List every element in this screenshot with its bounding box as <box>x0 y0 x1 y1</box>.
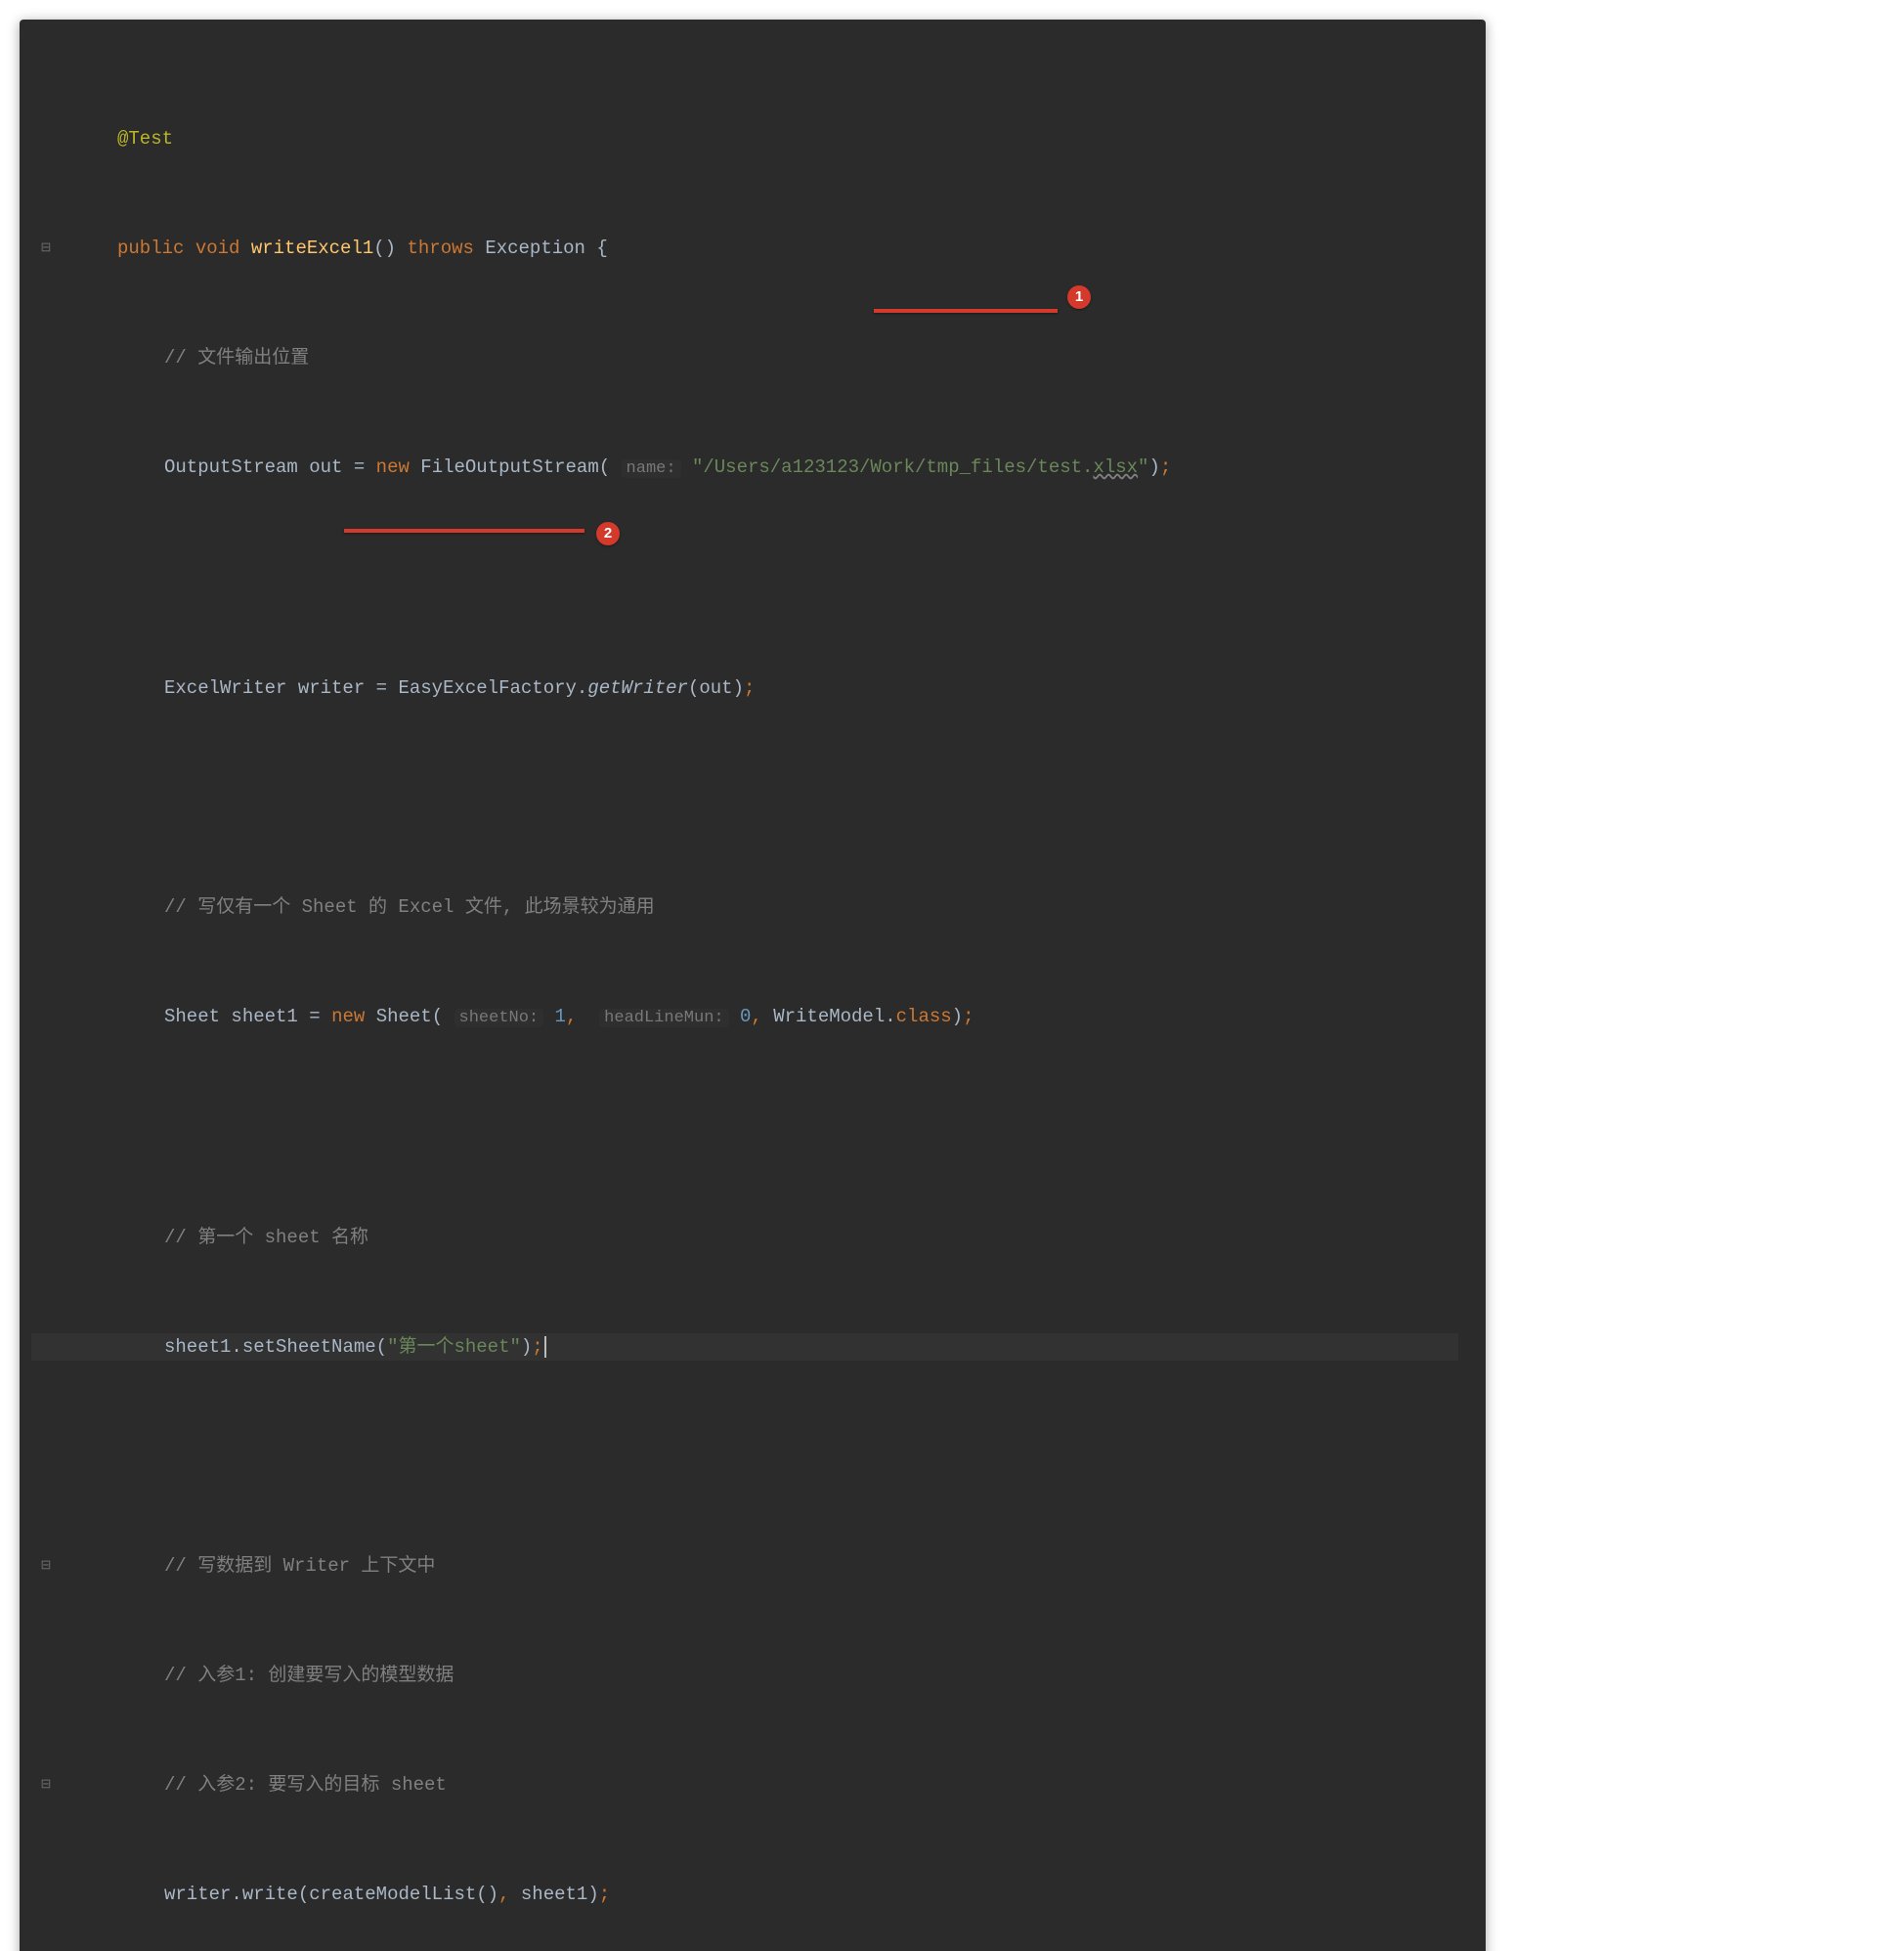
param-hint-name: name: <box>622 459 681 478</box>
code-line-blank <box>31 565 1458 592</box>
code-line: // 第一个 sheet 名称 <box>31 1224 1458 1251</box>
annotation-test: @Test <box>117 128 173 150</box>
fold-icon[interactable]: ⊟ <box>31 235 61 262</box>
code-line: // 写仅有一个 Sheet 的 Excel 文件, 此场景较为通用 <box>31 893 1458 921</box>
param-hint-headline: headLineMun: <box>599 1009 728 1027</box>
method-name: writeExcel1 <box>251 238 373 259</box>
param-hint-sheetno: sheetNo: <box>454 1009 544 1027</box>
annotation-underline-2 <box>344 529 584 533</box>
fold-icon[interactable]: ⊟ <box>31 1771 61 1799</box>
code-line: ⊟// 写数据到 Writer 上下文中 <box>31 1552 1458 1580</box>
code-line: ExcelWriter writer = EasyExcelFactory.ge… <box>31 674 1458 702</box>
code-line: @Test <box>31 125 1458 152</box>
code-line: ⊟// 入参2: 要写入的目标 sheet <box>31 1771 1458 1799</box>
code-line: ⊟public void writeExcel1() throws Except… <box>31 235 1458 262</box>
code-line: // 入参1: 创建要写入的模型数据 <box>31 1662 1458 1689</box>
code-line: Sheet sheet1 = new Sheet( sheetNo: 1, he… <box>31 1003 1458 1032</box>
code-area[interactable]: @Test ⊟public void writeExcel1() throws … <box>31 43 1458 1951</box>
code-editor-frame: @Test ⊟public void writeExcel1() throws … <box>20 20 1486 1951</box>
code-line-current: sheet1.setSheetName("第一个sheet"); <box>31 1333 1458 1361</box>
annotation-badge-1: 1 <box>1067 285 1091 309</box>
code-line-blank <box>31 1114 1458 1142</box>
annotation-badge-2: 2 <box>596 522 620 545</box>
code-line-blank <box>31 784 1458 811</box>
code-line: // 文件输出位置 <box>31 344 1458 371</box>
fold-icon[interactable]: ⊟ <box>31 1552 61 1580</box>
code-line-blank <box>31 1443 1458 1470</box>
code-line: OutputStream out = new FileOutputStream(… <box>31 454 1458 483</box>
annotation-underline-1 <box>874 309 1058 313</box>
text-cursor <box>544 1336 546 1358</box>
code-line: writer.write(createModelList(), sheet1); <box>31 1881 1458 1908</box>
